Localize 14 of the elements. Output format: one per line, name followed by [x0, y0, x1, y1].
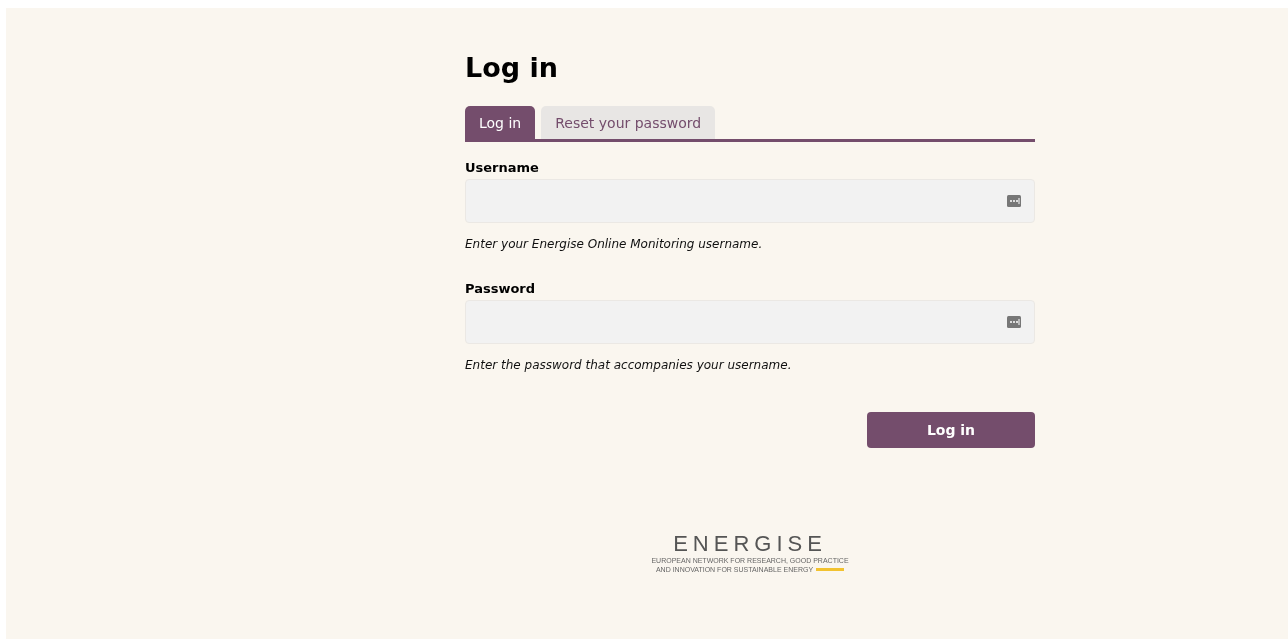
logo-wordmark: ENERGISE — [673, 532, 827, 556]
field-label: Username — [465, 160, 540, 175]
field-label: Password — [465, 281, 537, 296]
input-field[interactable] — [465, 300, 1035, 344]
tab[interactable]: Reset your password — [541, 106, 716, 139]
logo-stripe — [816, 568, 845, 571]
login-button[interactable]: Log in — [867, 412, 1035, 448]
page-title: Log in — [465, 51, 559, 85]
input-field[interactable] — [465, 179, 1035, 223]
field-description: Enter the password that accompanies your username. — [465, 358, 793, 372]
tab[interactable]: Log in — [465, 106, 536, 139]
password-manager-icon[interactable] — [1007, 316, 1021, 328]
field-description: Enter your Energise Online Monitoring username. — [465, 237, 764, 251]
password-manager-icon[interactable] — [1007, 195, 1021, 207]
